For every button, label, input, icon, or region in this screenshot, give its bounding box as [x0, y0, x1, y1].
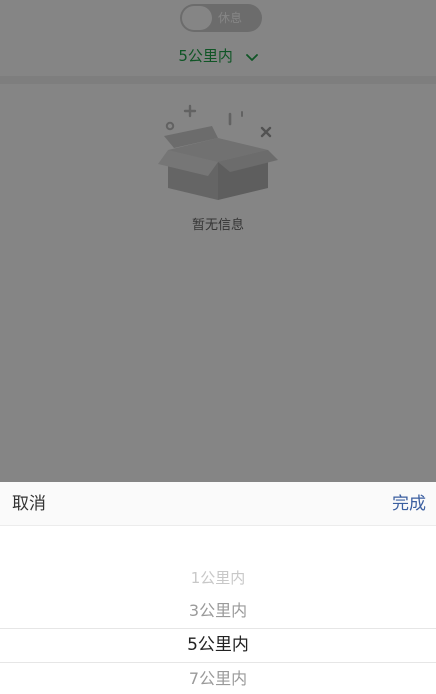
done-button[interactable]: 完成 — [392, 492, 426, 516]
selection-line-top — [0, 628, 436, 629]
cancel-button[interactable]: 取消 — [12, 492, 46, 516]
picker-option-selected[interactable]: 5公里内 — [0, 632, 436, 658]
selection-line-bottom — [0, 662, 436, 663]
distance-picker-sheet: 取消 完成 1公里内 3公里内 5公里内 7公里内 — [0, 482, 436, 694]
modal-overlay[interactable] — [0, 0, 436, 482]
picker-option[interactable]: 1公里内 — [0, 565, 436, 591]
picker-option[interactable]: 3公里内 — [0, 598, 436, 624]
picker-option[interactable]: 7公里内 — [0, 666, 436, 692]
picker-wheel[interactable]: 1公里内 3公里内 5公里内 7公里内 — [0, 526, 436, 694]
picker-toolbar: 取消 完成 — [0, 482, 436, 526]
